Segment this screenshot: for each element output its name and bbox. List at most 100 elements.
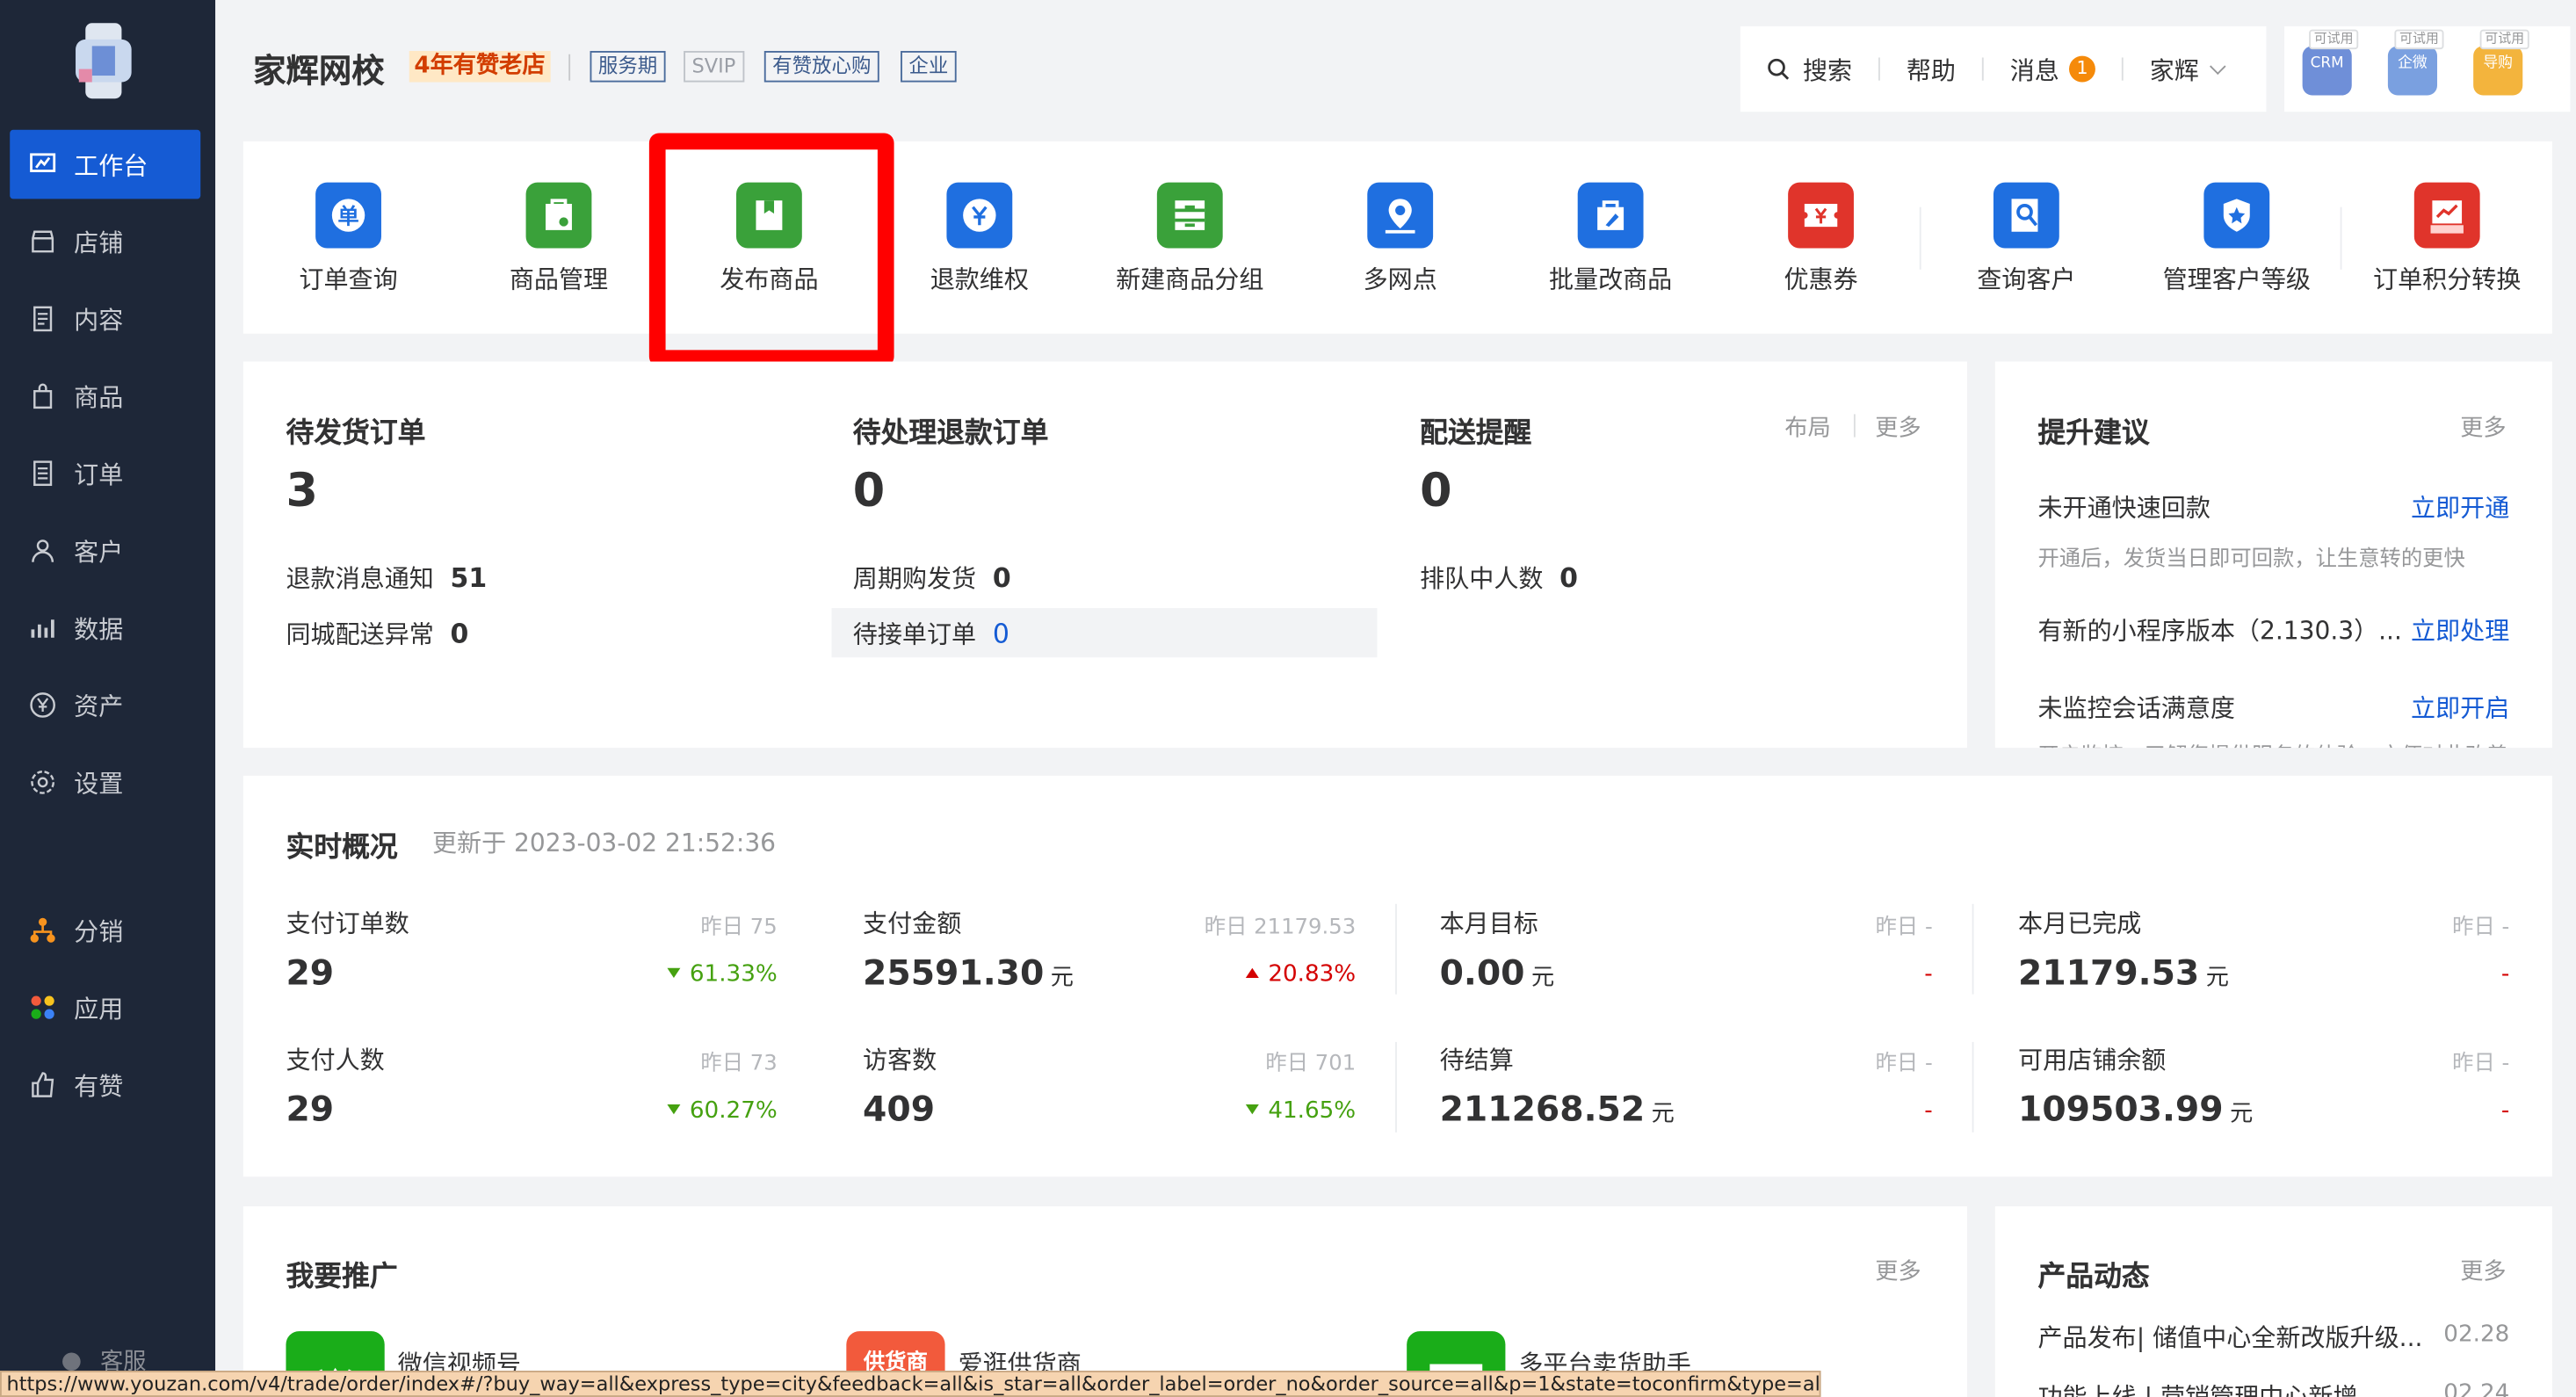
- suggestion-action-button[interactable]: 立即处理: [2411, 613, 2509, 648]
- sidebar-item-content[interactable]: 内容: [10, 285, 200, 354]
- city-delivery-error-row[interactable]: 同城配送异常 0: [286, 616, 468, 650]
- metric-change: 20.83%: [1191, 961, 1356, 988]
- header-tools: 搜索 帮助 消息 1 家辉: [1740, 25, 2267, 112]
- shop-logo[interactable]: [72, 23, 134, 99]
- multi-store-icon: [1367, 182, 1434, 249]
- sidebar-item-assets[interactable]: 资产: [10, 670, 200, 740]
- quick-action-goods-manage[interactable]: 商品管理: [453, 141, 663, 334]
- dynamics-more-link[interactable]: 更多: [2460, 1254, 2506, 1286]
- apps-icon: [30, 995, 56, 1021]
- shop-name[interactable]: 家辉网校: [253, 45, 385, 92]
- refund-icon: [946, 182, 1013, 249]
- tag-enterprise[interactable]: 企业: [901, 50, 957, 83]
- delivery-reminder-count[interactable]: 0: [1420, 463, 1451, 518]
- user-menu[interactable]: 家辉: [2124, 26, 2250, 112]
- gear-icon: [30, 769, 56, 795]
- quick-action-order-query[interactable]: 单 订单查询: [243, 141, 453, 334]
- messages-label: 消息: [2009, 54, 2059, 85]
- pending-ship-count[interactable]: 3: [286, 463, 317, 518]
- tag-trusted-buy[interactable]: 有赞放心购: [763, 50, 879, 83]
- quick-action-label: 批量改商品: [1548, 264, 1673, 294]
- crm-app[interactable]: CRM 可试用: [2302, 29, 2359, 96]
- messages-button[interactable]: 消息 1: [1984, 26, 2122, 112]
- user-icon: [30, 538, 56, 564]
- quick-action-batch-edit[interactable]: 批量改商品: [1505, 141, 1715, 334]
- tasks-more-link[interactable]: 更多: [1875, 411, 1921, 444]
- refund-notice-row[interactable]: 退款消息通知 51: [286, 561, 487, 595]
- product-dynamics-card: [1994, 1205, 2552, 1397]
- metric-yesterday: 昨日 701: [1265, 1052, 1357, 1077]
- suggestions-more-link[interactable]: 更多: [2460, 411, 2506, 444]
- sidebar-item-workbench[interactable]: 工作台: [10, 129, 201, 199]
- tag-service-period[interactable]: 服务期: [590, 50, 666, 83]
- support-icon: [62, 1351, 81, 1371]
- pending-refund-count[interactable]: 0: [853, 463, 885, 518]
- promo-more-link[interactable]: 更多: [1875, 1254, 1921, 1286]
- sidebar-item-data[interactable]: 数据: [10, 593, 200, 662]
- sidebar-item-goods[interactable]: 商品: [10, 362, 200, 431]
- quick-action-multi-store[interactable]: 多网点: [1295, 141, 1505, 334]
- divider: [1395, 1041, 1397, 1133]
- guide-app[interactable]: 导购 可试用: [2473, 29, 2529, 96]
- metric-label[interactable]: 待结算: [1440, 1042, 1514, 1076]
- metric-label[interactable]: 访客数: [863, 1042, 937, 1076]
- sidebar-item-customers[interactable]: 客户: [10, 516, 200, 585]
- trend-down-icon: [666, 1104, 680, 1115]
- metric-value[interactable]: 29: [286, 1089, 340, 1129]
- quick-action-customer-level[interactable]: 管理客户等级: [2131, 141, 2341, 334]
- metric-label[interactable]: 支付订单数: [286, 906, 409, 940]
- years-badge[interactable]: 4年有赞老店: [409, 50, 551, 83]
- metric-value[interactable]: 109503.99 元: [2018, 1089, 2253, 1129]
- queue-count-row[interactable]: 排队中人数 0: [1420, 561, 1578, 595]
- metric-value[interactable]: 211268.52 元: [1440, 1089, 1675, 1129]
- suggestion-action-button[interactable]: 立即开通: [2411, 489, 2509, 524]
- metric-value[interactable]: 21179.53 元: [2018, 953, 2229, 993]
- help-button[interactable]: 帮助: [1880, 26, 1982, 112]
- sidebar-item-distribution[interactable]: 分销: [10, 895, 200, 965]
- sidebar-item-orders[interactable]: 订单: [10, 438, 200, 508]
- quick-action-label: 订单积分转换: [2373, 264, 2522, 294]
- quick-action-points[interactable]: 订单积分转换: [2342, 141, 2552, 334]
- wecom-app[interactable]: 企微 可试用: [2387, 29, 2444, 96]
- search-label: 搜索: [1802, 54, 1853, 85]
- pending-accept-row[interactable]: 待接单订单 0: [853, 616, 1009, 650]
- metric-label[interactable]: 支付金额: [863, 906, 961, 940]
- quick-action-label: 多网点: [1363, 264, 1437, 294]
- tasks-card: [242, 361, 1968, 749]
- metric-label[interactable]: 本月已完成: [2018, 906, 2141, 940]
- pending-ship-title[interactable]: 待发货订单: [286, 409, 425, 450]
- order-lookup-icon: 单: [315, 182, 381, 249]
- metric-value[interactable]: 0.00 元: [1440, 953, 1555, 993]
- suggestion-title: 未监控会话满意度: [2037, 693, 2235, 724]
- periodic-ship-row[interactable]: 周期购发货 0: [853, 561, 1011, 595]
- pending-refund-title[interactable]: 待处理退款订单: [853, 409, 1049, 450]
- chevron-down-icon: [2210, 57, 2226, 75]
- quick-action-goods-group[interactable]: 新建商品分组: [1085, 141, 1295, 334]
- dynamics-item-title[interactable]: 功能上线 | 营销管理中心新增...: [2037, 1379, 2381, 1397]
- divider: [1972, 1041, 1974, 1133]
- metric-value[interactable]: 29: [286, 953, 340, 993]
- sidebar-item-label: 设置: [74, 768, 124, 799]
- order-icon: [30, 460, 56, 487]
- sidebar-item-youzan[interactable]: 有赞: [10, 1050, 200, 1119]
- metric-yesterday: 昨日 -: [2452, 1052, 2510, 1077]
- metric-label[interactable]: 支付人数: [286, 1042, 384, 1076]
- sidebar-item-settings[interactable]: 设置: [10, 748, 200, 817]
- metric-value[interactable]: 409: [863, 1089, 941, 1129]
- delivery-reminder-title[interactable]: 配送提醒: [1420, 409, 1531, 450]
- dynamics-item-title[interactable]: 产品发布| 储值中心全新改版升级...: [2037, 1320, 2422, 1354]
- suggestion-action-button[interactable]: 立即开启: [2411, 691, 2509, 725]
- sidebar-item-apps[interactable]: 应用: [10, 973, 200, 1042]
- quick-action-refund[interactable]: 退款维权: [874, 141, 1084, 334]
- layout-link[interactable]: 布局: [1784, 411, 1830, 444]
- search-button[interactable]: 搜索: [1740, 26, 1878, 112]
- metric-label[interactable]: 本月目标: [1440, 906, 1538, 940]
- highlight-box: [648, 133, 894, 367]
- quick-action-coupon[interactable]: 优惠券: [1716, 141, 1926, 334]
- metric-value[interactable]: 25591.30 元: [863, 953, 1074, 993]
- sidebar-item-store[interactable]: 店铺: [10, 207, 200, 277]
- trial-tag: 可试用: [2394, 29, 2444, 50]
- tag-svip[interactable]: SVIP: [684, 50, 744, 83]
- quick-action-customer-search[interactable]: 查询客户: [1921, 141, 2131, 334]
- metric-label[interactable]: 可用店铺余额: [2018, 1042, 2166, 1076]
